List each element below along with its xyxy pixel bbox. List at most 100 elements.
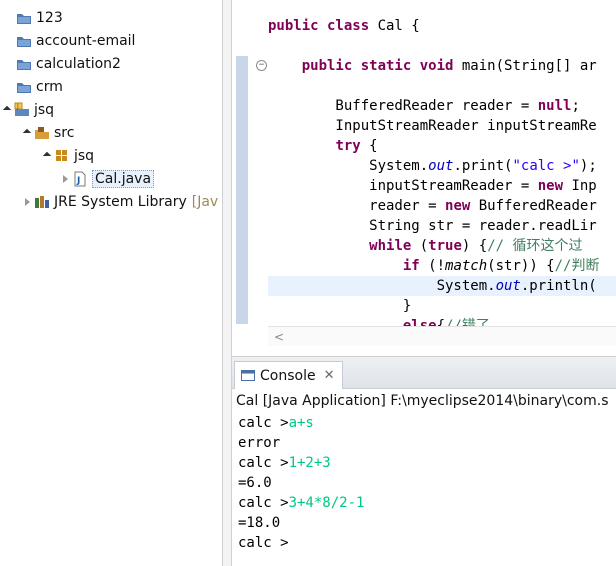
code-token: {	[436, 318, 446, 326]
code-line[interactable]: public class Cal {	[268, 16, 420, 36]
collapse-all-icon[interactable]	[122, 0, 138, 4]
folder-icon	[16, 10, 32, 26]
console-line: calc >	[238, 533, 289, 553]
console-line: =18.0	[238, 513, 280, 533]
tree-item-jsq-project[interactable]: J jsq	[2, 99, 54, 121]
code-line[interactable]: BufferedReader reader = null;	[268, 96, 580, 116]
tree-item-label: jsq	[74, 148, 95, 164]
code-line[interactable]: try {	[268, 136, 377, 156]
code-token: //判断	[554, 258, 600, 274]
code-token: public class	[268, 18, 378, 34]
svg-text:J: J	[16, 103, 19, 110]
package-icon	[54, 148, 70, 164]
scroll-left-icon[interactable]: <	[274, 330, 284, 344]
tree-item-cal-java[interactable]: J Cal.java	[60, 168, 155, 190]
library-icon	[34, 194, 50, 210]
code-line[interactable]: reader = new BufferedReader	[268, 196, 597, 216]
console-output-text: error	[238, 435, 281, 451]
code-token: true	[428, 238, 462, 254]
code-line[interactable]: InputStreamReader inputStreamRe	[268, 116, 597, 136]
code-token: new	[445, 198, 471, 214]
code-token: while	[369, 238, 412, 254]
code-editor[interactable]: − public class Cal { public static void …	[232, 0, 616, 348]
console-output-text: calc >	[238, 535, 289, 551]
close-icon[interactable]: ✕	[324, 368, 335, 383]
tree-item-label: Cal.java	[92, 170, 155, 188]
code-token: }	[268, 298, 412, 314]
code-token: match	[445, 258, 488, 274]
code-token: "calc >"	[512, 158, 580, 174]
code-line[interactable]: public static void main(String[] ar	[268, 56, 597, 76]
tree-twisty	[4, 35, 16, 47]
code-token: Cal {	[377, 18, 420, 34]
tree-item-jre-library[interactable]: JRE System Library [Jav	[22, 191, 218, 213]
console-line: =6.0	[238, 473, 272, 493]
expand-toggle-icon[interactable]	[42, 150, 54, 162]
tree-item-src[interactable]: src	[22, 122, 74, 144]
code-token: (!	[419, 258, 446, 274]
console-output-text: calc >	[238, 455, 289, 471]
view-menu-icon[interactable]	[176, 0, 192, 4]
source-folder-icon	[34, 125, 50, 141]
code-token: System.	[268, 278, 496, 294]
tree-item-jsq-package[interactable]: jsq	[42, 145, 94, 167]
link-with-editor-icon[interactable]	[142, 0, 158, 4]
tree-item-decoration: [Jav	[191, 194, 219, 210]
code-token: System.	[268, 158, 429, 174]
console-tab-bar: Console ✕	[232, 357, 616, 389]
folder-icon	[16, 33, 32, 49]
code-token: ) {	[461, 238, 488, 254]
expand-toggle-icon[interactable]	[22, 196, 34, 208]
code-token: public static void	[301, 58, 462, 74]
code-line[interactable]: String str = reader.readLir	[268, 216, 597, 236]
tree-item-label: crm	[36, 79, 63, 95]
code-line-current[interactable]: System.out.println(	[268, 276, 616, 296]
code-token: null	[537, 98, 572, 114]
code-token: out	[495, 278, 521, 294]
fold-collapse-icon[interactable]: −	[256, 60, 267, 71]
tree-item-label: src	[54, 125, 75, 141]
code-token: else	[402, 318, 437, 326]
console-output-text: calc >	[238, 495, 289, 511]
code-token: //错了	[445, 318, 490, 326]
tree-item-123[interactable]: 123	[4, 7, 63, 29]
code-token: reader =	[268, 198, 446, 214]
console-output-text: calc >	[238, 415, 289, 431]
code-line[interactable]: }	[268, 296, 411, 316]
tree-twisty	[4, 58, 16, 70]
code-token: main(String[] ar	[461, 58, 597, 74]
view-sash[interactable]	[222, 0, 232, 566]
code-token: ;	[571, 98, 580, 114]
console-line: calc >3+4*8/2-1	[238, 493, 364, 513]
java-project-icon: J	[14, 102, 30, 118]
code-token: if	[402, 258, 420, 274]
expand-toggle-icon[interactable]	[22, 127, 34, 139]
code-line[interactable]: System.out.print("calc >");	[268, 156, 597, 176]
folder-icon	[16, 79, 32, 95]
tree-item-crm[interactable]: crm	[4, 76, 63, 98]
code-token: );	[579, 158, 597, 174]
code-line[interactable]: else{//错了	[268, 316, 490, 326]
expand-toggle-icon[interactable]	[2, 104, 14, 116]
horizontal-scrollbar[interactable]: <	[268, 326, 616, 346]
expand-toggle-icon[interactable]	[60, 173, 72, 185]
code-area[interactable]: public class Cal { public static void ma…	[268, 16, 616, 326]
console-user-input: 3+4*8/2-1	[288, 495, 365, 511]
tab-console[interactable]: Console ✕	[234, 361, 344, 389]
code-token: BufferedReader reader =	[268, 98, 538, 114]
tree-item-account-email[interactable]: account-email	[4, 30, 135, 52]
tree-item-calculation2[interactable]: calculation2	[4, 53, 121, 75]
tab-label: Console	[260, 367, 316, 384]
folder-icon	[16, 56, 32, 72]
code-token: InputStreamReader inputStreamRe	[268, 118, 597, 134]
code-line[interactable]: while (true) {// 循环这个过	[268, 236, 582, 256]
code-token: try	[335, 138, 361, 154]
code-line[interactable]: if (!match(str)) {//判断	[268, 256, 600, 276]
console-view: Console ✕ Cal [Java Application] F:\myec…	[232, 356, 616, 566]
code-line[interactable]: inputStreamReader = new Inp	[268, 176, 597, 196]
code-token: (str)) {	[487, 258, 555, 274]
